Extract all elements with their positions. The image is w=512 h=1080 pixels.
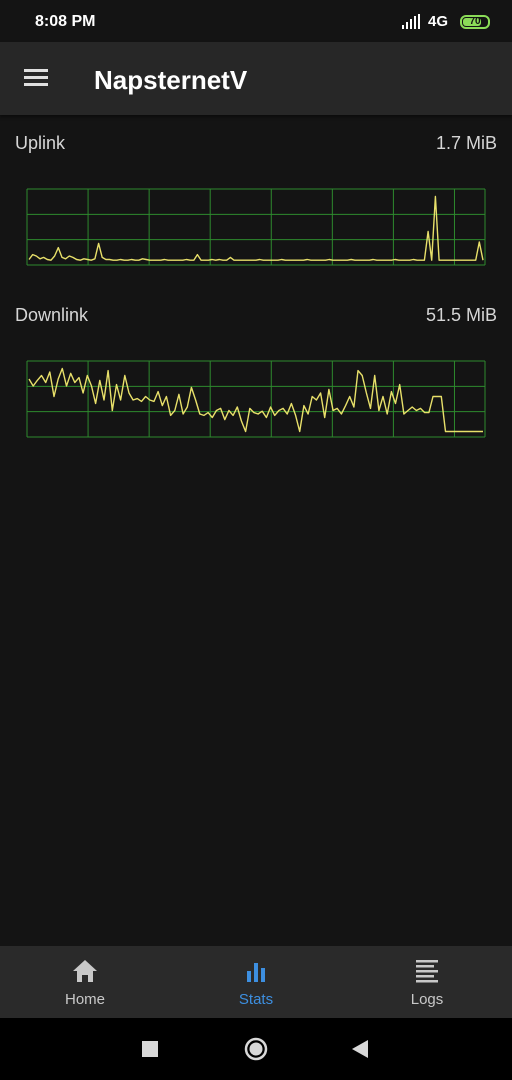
downlink-value: 51.5 MiB bbox=[425, 305, 497, 325]
back-triangle-icon[interactable] bbox=[352, 1040, 368, 1058]
recents-square-icon[interactable] bbox=[142, 1041, 158, 1057]
status-bar: 8:08 PM 4G 70 bbox=[0, 0, 512, 42]
home-icon bbox=[73, 960, 97, 982]
home-circle-icon[interactable] bbox=[244, 1037, 268, 1061]
logs-list-icon bbox=[416, 960, 438, 983]
nav-item-home[interactable]: Home bbox=[0, 946, 170, 1018]
nav-label-home: Home bbox=[64, 991, 105, 1008]
downlink-label: Downlink bbox=[15, 305, 89, 325]
status-time: 8:08 PM bbox=[35, 13, 96, 30]
nav-item-logs[interactable]: Logs bbox=[342, 946, 512, 1018]
uplink-label: Uplink bbox=[15, 133, 66, 153]
network-type-label: 4G bbox=[427, 13, 448, 30]
hamburger-menu-icon[interactable] bbox=[22, 66, 50, 90]
downlink-section: Downlink 51.5 MiB bbox=[0, 305, 512, 445]
nav-item-stats[interactable]: Stats bbox=[171, 946, 341, 1018]
downlink-graph bbox=[26, 360, 486, 438]
downlink-trace bbox=[28, 367, 483, 433]
uplink-graph bbox=[26, 188, 486, 266]
signal-strength-icon bbox=[402, 14, 420, 29]
bottom-navigation: Home Stats Logs bbox=[0, 946, 512, 1018]
nav-label-logs: Logs bbox=[410, 991, 444, 1008]
app-bar: NapsternetV bbox=[0, 42, 512, 115]
status-icons: 4G 70 bbox=[370, 12, 490, 32]
stats-bar-chart-icon bbox=[247, 963, 265, 982]
nav-label-stats: Stats bbox=[238, 991, 274, 1008]
app-title: NapsternetV bbox=[94, 65, 248, 95]
uplink-value: 1.7 MiB bbox=[435, 133, 497, 153]
battery-level: 70 bbox=[469, 16, 481, 27]
uplink-trace bbox=[28, 195, 484, 261]
battery-icon: 70 bbox=[460, 15, 490, 29]
uplink-section: Uplink 1.7 MiB bbox=[0, 133, 512, 273]
system-navigation-bar bbox=[0, 1018, 512, 1080]
downlink-grid bbox=[26, 360, 486, 438]
